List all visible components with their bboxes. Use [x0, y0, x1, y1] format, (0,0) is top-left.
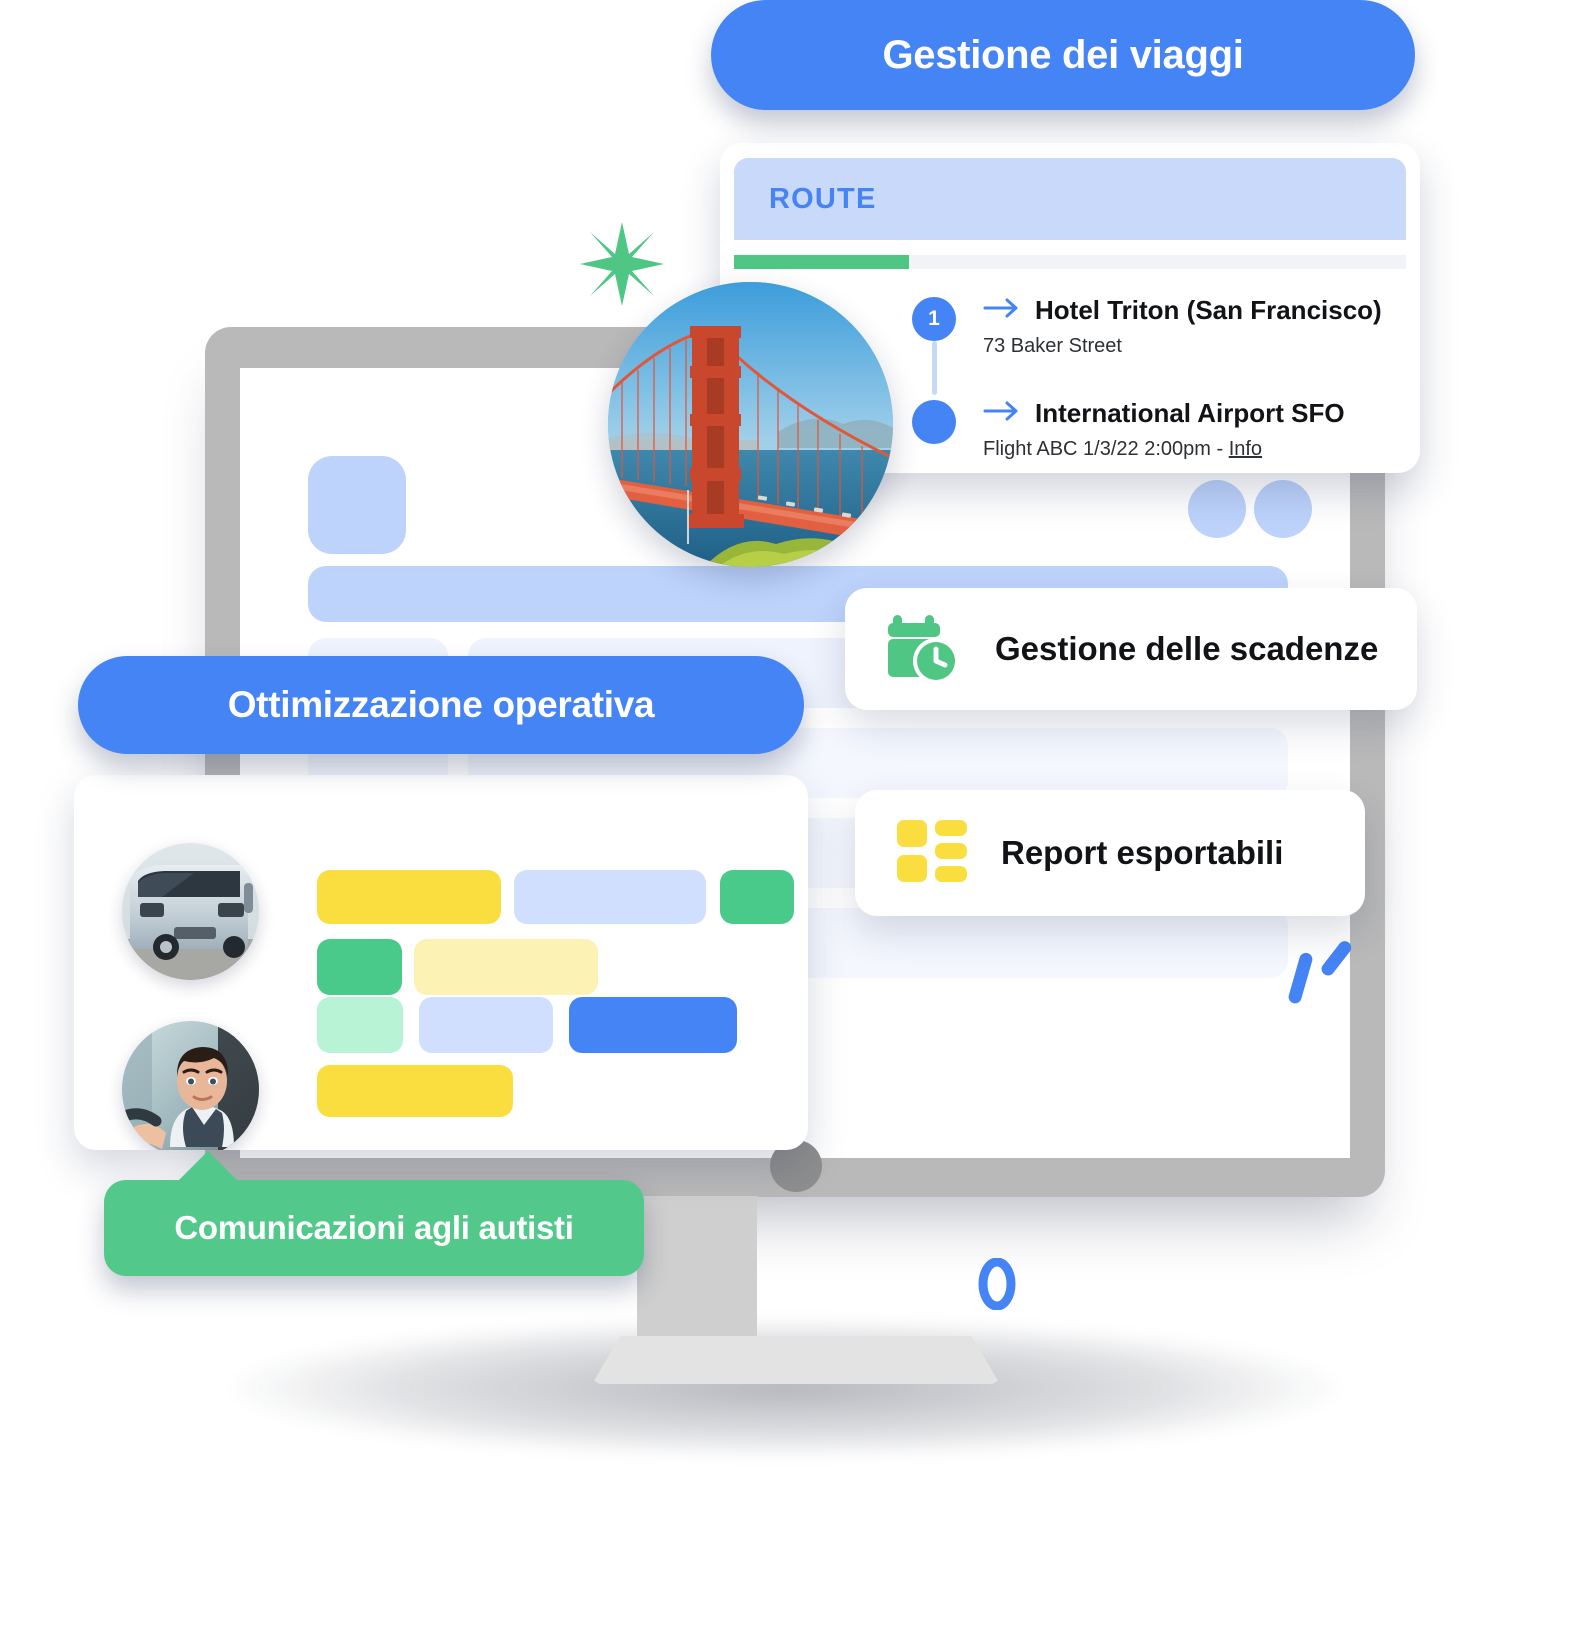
- message-bar: [569, 997, 737, 1053]
- message-bar: [419, 997, 553, 1053]
- arrow-right-icon: [983, 297, 1021, 324]
- feature-card-deadlines[interactable]: Gestione delle scadenze: [845, 588, 1417, 710]
- calendar-clock-icon: [887, 611, 961, 688]
- badge-operational-optimization[interactable]: Ottimizzazione operativa: [78, 656, 804, 754]
- badge-trip-management-label: Gestione dei viaggi: [882, 32, 1244, 77]
- feature-card-deadlines-label: Gestione delle scadenze: [995, 630, 1379, 667]
- skeleton-circle-2: [1254, 480, 1312, 538]
- arrow-right-icon: [983, 400, 1021, 427]
- message-bar: [514, 870, 706, 924]
- route-step-info-link[interactable]: Info: [1229, 438, 1262, 460]
- route-step-marker: [912, 400, 956, 444]
- route-progress-fill: [734, 255, 909, 269]
- driver-messages-card: [74, 775, 808, 1150]
- monitor-stand-base: [592, 1336, 1000, 1384]
- badge-pointer-tail: [178, 1151, 238, 1181]
- badge-trip-management[interactable]: Gestione dei viaggi: [711, 0, 1415, 110]
- route-progress-track: [734, 255, 1406, 269]
- blue-ring-icon: [976, 1257, 1018, 1311]
- route-step-list: 1 Hotel Triton (San Francisco) 73 Baker …: [912, 295, 1412, 461]
- badge-operational-optimization-label: Ottimizzazione operativa: [227, 684, 655, 725]
- route-step-subtitle: Flight ABC 1/3/22 2:00pm - Info: [983, 438, 1412, 461]
- route-step-1[interactable]: 1 Hotel Triton (San Francisco) 73 Baker …: [912, 295, 1412, 395]
- route-step-title: Hotel Triton (San Francisco): [1035, 295, 1382, 325]
- monitor-stand-neck: [637, 1196, 757, 1346]
- skeleton-circle-1: [1188, 480, 1246, 538]
- skeleton-avatar-block: [308, 456, 406, 554]
- route-step-2[interactable]: International Airport SFO Flight ABC 1/3…: [912, 398, 1412, 461]
- route-step-subtitle: 73 Baker Street: [983, 335, 1122, 357]
- feature-card-reports-label: Report esportabili: [1001, 834, 1284, 871]
- route-header-label: ROUTE: [769, 182, 877, 215]
- message-bar: [317, 1065, 513, 1117]
- route-step-marker: 1: [912, 297, 956, 341]
- route-step-subtitle-text: Flight ABC 1/3/22 2:00pm -: [983, 438, 1229, 460]
- route-step-title: International Airport SFO: [1035, 398, 1345, 428]
- message-bar: [317, 939, 402, 995]
- badge-driver-communications[interactable]: Comunicazioni agli autisti: [104, 1151, 644, 1276]
- blue-dashes-icon: [1284, 936, 1364, 1006]
- report-grid-icon: [897, 818, 967, 889]
- route-step-connector: [932, 341, 937, 395]
- message-bar: [414, 939, 598, 995]
- green-sparkle-icon: [576, 218, 668, 310]
- route-card-header: ROUTE: [734, 158, 1406, 240]
- badge-driver-communications-label: Comunicazioni agli autisti: [174, 1209, 574, 1246]
- illustration-stage: Gestione delle scadenze Report esportabi…: [0, 0, 1594, 1642]
- message-bar: [317, 870, 501, 924]
- driver-portrait-photo: [122, 1021, 259, 1150]
- feature-card-reports[interactable]: Report esportabili: [855, 790, 1365, 916]
- message-bar: [720, 870, 794, 924]
- coach-bus-photo: [122, 843, 259, 980]
- golden-gate-bridge-photo: [608, 282, 893, 567]
- message-bar: [317, 997, 403, 1053]
